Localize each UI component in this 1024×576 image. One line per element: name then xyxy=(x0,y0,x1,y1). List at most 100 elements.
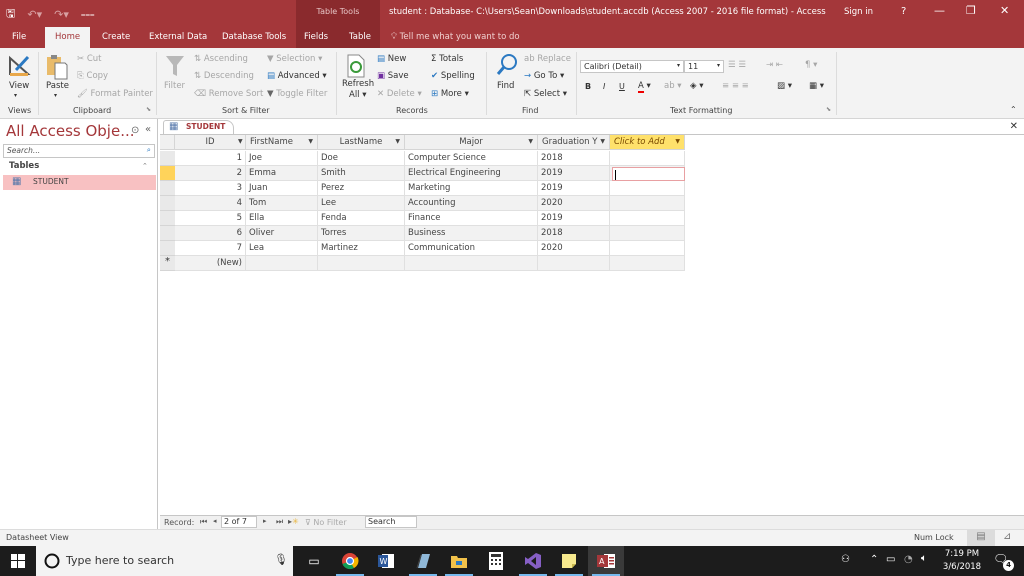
record-selector[interactable] xyxy=(160,166,175,181)
datasheet-view-icon[interactable]: ▤ xyxy=(967,530,995,546)
chevron-down-icon[interactable]: ▼ xyxy=(528,138,533,145)
filter-funnel-icon[interactable] xyxy=(165,54,185,81)
redo-icon[interactable]: ↷▾ xyxy=(54,8,69,21)
chevron-down-icon[interactable]: ▼ xyxy=(395,138,400,145)
fill-color-icon[interactable]: ◈ ▾ xyxy=(690,81,704,91)
column-header-graduation-year[interactable]: Graduation Y ▼ xyxy=(538,135,610,150)
font-size-select[interactable]: 11 ▾ xyxy=(684,60,724,73)
sticky-notes-icon[interactable] xyxy=(551,546,587,576)
gridlines-icon[interactable]: ▨ ▾ xyxy=(777,81,792,91)
find-button[interactable]: Find xyxy=(497,81,514,91)
chevron-down-icon[interactable]: ▼ xyxy=(238,138,243,145)
tab-home[interactable]: Home xyxy=(45,27,91,48)
cell-lastname[interactable]: Perez xyxy=(318,181,405,196)
restore-button[interactable]: ❐ xyxy=(966,4,976,17)
more-button[interactable]: ⊞ More ▾ xyxy=(431,89,469,99)
active-cell-editor[interactable] xyxy=(612,167,685,181)
cell-id[interactable]: 7 xyxy=(175,241,246,256)
minimize-button[interactable]: — xyxy=(934,4,945,17)
cell-empty[interactable] xyxy=(610,256,685,271)
cell-lastname[interactable]: Doe xyxy=(318,151,405,166)
next-record-button[interactable]: ▸ xyxy=(263,517,267,525)
sign-in-link[interactable]: Sign in xyxy=(844,7,873,17)
cell-empty[interactable] xyxy=(246,256,318,271)
filter-button[interactable]: Filter xyxy=(164,81,185,91)
cell-graduation-year[interactable]: 2019 xyxy=(538,211,610,226)
new-record-button[interactable]: ▤ New xyxy=(377,54,406,64)
new-record-placeholder[interactable]: (New) xyxy=(175,256,246,271)
remove-sort-button[interactable]: ⌫ Remove Sort xyxy=(194,89,263,99)
record-selector[interactable] xyxy=(160,241,175,256)
cell-major[interactable]: Communication xyxy=(405,241,538,256)
bullets-icon[interactable]: ☰ ☰ xyxy=(728,60,746,70)
cell-graduation-year[interactable]: 2019 xyxy=(538,181,610,196)
cell-firstname[interactable]: Ella xyxy=(246,211,318,226)
new-record-selector[interactable]: * xyxy=(160,256,175,271)
help-button[interactable]: ? xyxy=(901,6,906,17)
cell-firstname[interactable]: Emma xyxy=(246,166,318,181)
tab-create[interactable]: Create xyxy=(102,32,130,42)
microphone-icon[interactable]: 🎙︎ xyxy=(274,553,288,566)
visual-studio-icon[interactable] xyxy=(515,546,551,576)
cell-major[interactable]: Finance xyxy=(405,211,538,226)
first-record-button[interactable]: ⏮ xyxy=(200,517,207,527)
cell-lastname[interactable]: Smith xyxy=(318,166,405,181)
cut-button[interactable]: ✂ Cut xyxy=(77,54,101,64)
wifi-icon[interactable]: ◔ xyxy=(904,554,913,565)
close-button[interactable]: ✕ xyxy=(1000,4,1009,17)
column-header-major[interactable]: Major ▼ xyxy=(405,135,538,150)
record-selector[interactable] xyxy=(160,211,175,226)
prev-record-button[interactable]: ◂ xyxy=(213,517,217,525)
cell-id[interactable]: 1 xyxy=(175,151,246,166)
paragraph-direction-icon[interactable]: ¶ ▾ xyxy=(805,60,817,70)
record-search-input[interactable]: Search xyxy=(365,516,417,528)
ascending-button[interactable]: ⇅ Ascending xyxy=(194,54,248,64)
chevron-down-icon[interactable]: ▼ xyxy=(308,138,313,145)
cell-id[interactable]: 5 xyxy=(175,211,246,226)
record-selector[interactable] xyxy=(160,181,175,196)
volume-muted-icon[interactable]: 🔈︎ xyxy=(921,553,927,564)
show-hidden-icons[interactable]: ⌃ xyxy=(870,554,878,565)
cell-id[interactable]: 4 xyxy=(175,196,246,211)
tab-external-data[interactable]: External Data xyxy=(149,32,207,42)
cell-empty[interactable] xyxy=(610,226,685,241)
tab-table[interactable]: Table xyxy=(349,32,371,42)
cell-empty[interactable] xyxy=(538,256,610,271)
cell-lastname[interactable]: Martinez xyxy=(318,241,405,256)
column-header-id[interactable]: ID ▼ xyxy=(175,135,246,150)
calculator-icon[interactable] xyxy=(478,546,514,576)
refresh-all-button[interactable]: Refresh xyxy=(342,79,374,89)
clock-date[interactable]: 3/6/2018 xyxy=(940,562,984,572)
italic-button[interactable]: I xyxy=(603,82,605,91)
access-icon[interactable]: A xyxy=(588,546,624,576)
refresh-all-icon[interactable] xyxy=(346,54,366,81)
cell-firstname[interactable]: Tom xyxy=(246,196,318,211)
replace-button[interactable]: ab Replace xyxy=(524,54,571,64)
cell-lastname[interactable]: Torres xyxy=(318,226,405,241)
alternate-row-color-icon[interactable]: ▦ ▾ xyxy=(809,81,824,91)
cell-graduation-year[interactable]: 2019 xyxy=(538,166,610,181)
nav-menu-dropdown-icon[interactable]: ⊙ xyxy=(131,125,139,136)
bold-button[interactable]: B xyxy=(585,82,591,91)
column-header-firstname[interactable]: FirstName ▼ xyxy=(246,135,318,150)
notepad-icon[interactable] xyxy=(405,546,441,576)
toggle-filter-button[interactable]: ▼ Toggle Filter xyxy=(267,89,327,99)
collapse-nav-icon[interactable]: « xyxy=(145,124,151,135)
people-icon[interactable]: ⚇ xyxy=(841,554,850,565)
paste-dropdown-icon[interactable]: ▾ xyxy=(54,92,57,99)
font-name-select[interactable]: Calibri (Detail) ▾ xyxy=(580,60,684,73)
cell-graduation-year[interactable]: 2020 xyxy=(538,241,610,256)
nav-group-tables[interactable]: Tables xyxy=(9,161,39,171)
paste-button[interactable]: Paste xyxy=(46,81,69,91)
cell-major[interactable]: Computer Science xyxy=(405,151,538,166)
descending-button[interactable]: ⇅ Descending xyxy=(194,71,254,81)
last-record-button[interactable]: ⏭ xyxy=(276,517,283,527)
cell-graduation-year[interactable]: 2018 xyxy=(538,151,610,166)
clipboard-launcher-icon[interactable]: ⬊ xyxy=(146,106,151,113)
cell-graduation-year[interactable]: 2020 xyxy=(538,196,610,211)
windows-start-icon[interactable] xyxy=(0,546,36,576)
chevron-down-icon[interactable]: ▼ xyxy=(600,138,605,145)
view-icon[interactable] xyxy=(8,54,32,81)
cell-empty[interactable] xyxy=(405,256,538,271)
save-icon[interactable]: 🖫 xyxy=(6,5,15,24)
